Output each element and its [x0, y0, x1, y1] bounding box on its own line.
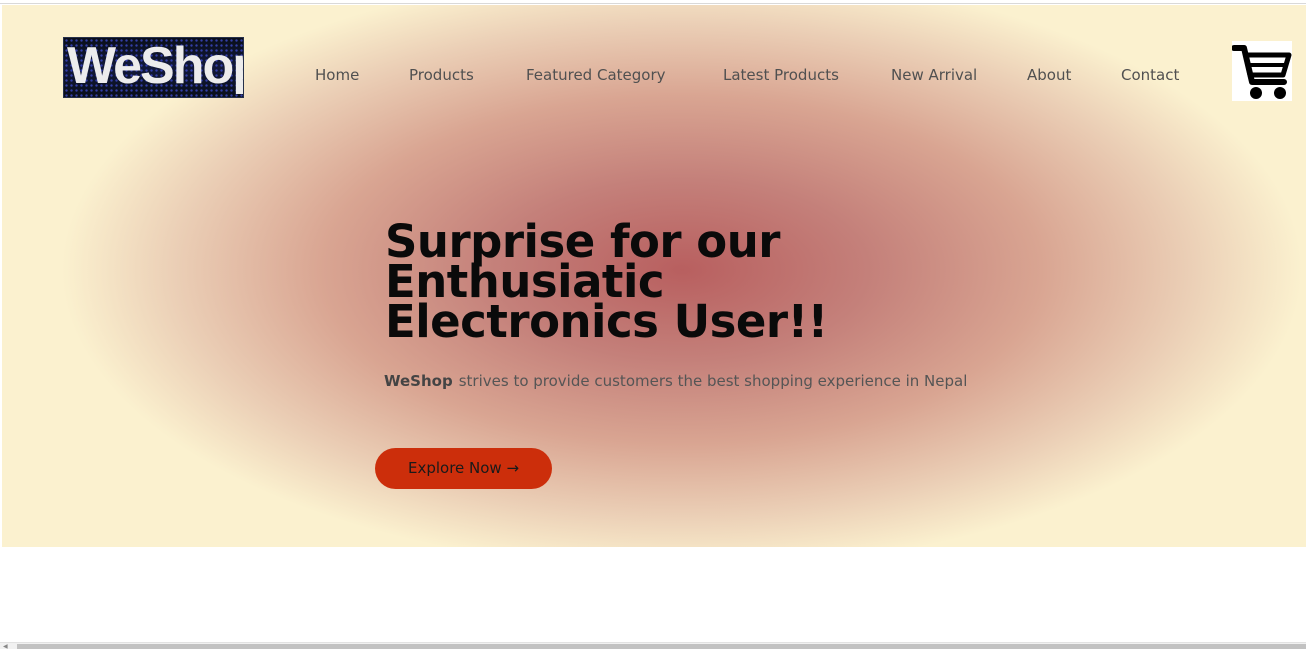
scrollbar-thumb[interactable] — [17, 644, 1306, 649]
weshop-logo[interactable]: WeShop — [63, 37, 244, 98]
nav-products[interactable]: Products — [409, 65, 526, 85]
horizontal-scrollbar[interactable]: ◀ — [0, 642, 1306, 650]
hero-headline: Surprise for our Enthusiatic Electronics… — [385, 215, 828, 348]
hero-section: WeShop Home Products Featured Category L… — [2, 5, 1306, 547]
nav-featured-category[interactable]: Featured Category — [526, 65, 723, 85]
cart-button[interactable] — [1231, 41, 1292, 101]
nav-latest-products[interactable]: Latest Products — [723, 65, 891, 85]
nav-about[interactable]: About — [1027, 65, 1121, 85]
browser-top-edge — [0, 0, 1306, 4]
shopping-cart-icon — [1231, 45, 1292, 99]
nav-new-arrival[interactable]: New Arrival — [891, 65, 1027, 85]
hero-subtitle: WeShop strives to provide customers the b… — [380, 369, 970, 394]
scroll-left-icon[interactable]: ◀ — [3, 644, 8, 650]
nav-home[interactable]: Home — [315, 65, 409, 85]
main-nav: Home Products Featured Category Latest P… — [315, 65, 1201, 85]
subtitle-text: strives to provide customers the best sh… — [458, 372, 968, 390]
subtitle-brand: WeShop — [384, 372, 453, 390]
nav-contact[interactable]: Contact — [1121, 65, 1201, 85]
explore-now-button[interactable]: Explore Now → — [375, 448, 552, 489]
logo-text: WeShop — [67, 37, 244, 95]
